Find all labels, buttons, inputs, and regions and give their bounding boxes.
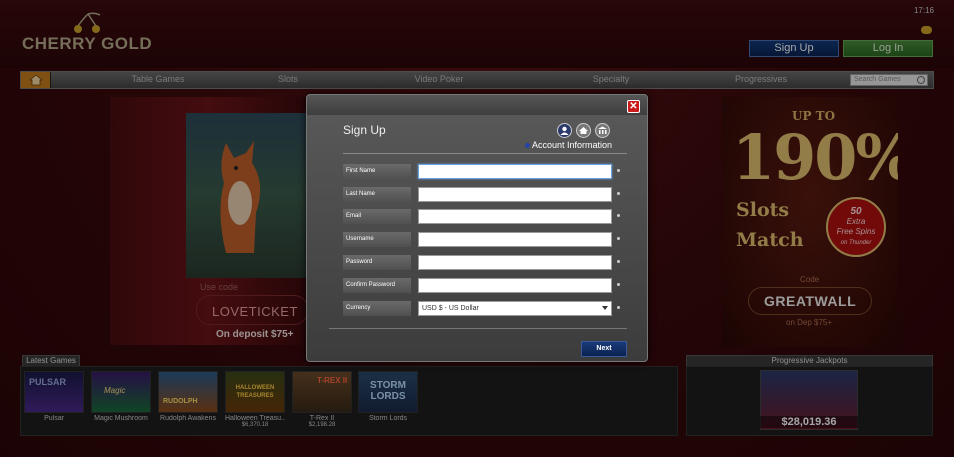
email-label: Email xyxy=(343,209,411,224)
last-name-label: Last Name xyxy=(343,187,411,202)
confirm-password-label: Confirm Password xyxy=(343,278,411,293)
last-name-field[interactable] xyxy=(418,187,612,202)
required-marker xyxy=(617,169,620,172)
modal-title: Sign Up xyxy=(343,123,386,137)
required-marker xyxy=(617,306,620,309)
password-field[interactable] xyxy=(418,255,612,270)
first-name-field[interactable] xyxy=(418,164,612,179)
required-marker xyxy=(617,283,620,286)
user-step-icon xyxy=(557,123,572,138)
currency-value: USD $ - US Dollar xyxy=(422,305,479,312)
required-marker xyxy=(617,192,620,195)
signup-modal: ✕ Sign Up Account Information First Name… xyxy=(306,94,648,362)
first-name-label: First Name xyxy=(343,164,411,179)
confirm-password-field[interactable] xyxy=(418,278,612,293)
select-arrow-icon xyxy=(602,306,608,310)
bank-step-icon xyxy=(595,123,610,138)
password-label: Password xyxy=(343,255,411,270)
required-marker xyxy=(617,214,620,217)
step-indicator-dot xyxy=(525,143,530,148)
close-button[interactable]: ✕ xyxy=(627,100,640,113)
currency-label: Currency xyxy=(343,301,411,316)
divider xyxy=(329,328,627,329)
next-button[interactable]: Next xyxy=(581,341,627,357)
username-field[interactable] xyxy=(418,232,612,247)
email-field[interactable] xyxy=(418,209,612,224)
home-step-icon xyxy=(576,123,591,138)
currency-select[interactable]: USD $ - US Dollar xyxy=(418,301,612,316)
required-marker xyxy=(617,260,620,263)
step-label: Account Information xyxy=(532,140,613,150)
divider xyxy=(343,153,627,154)
username-label: Username xyxy=(343,232,411,247)
required-marker xyxy=(617,237,620,240)
modal-titlebar xyxy=(307,95,647,115)
close-icon: ✕ xyxy=(629,101,638,112)
